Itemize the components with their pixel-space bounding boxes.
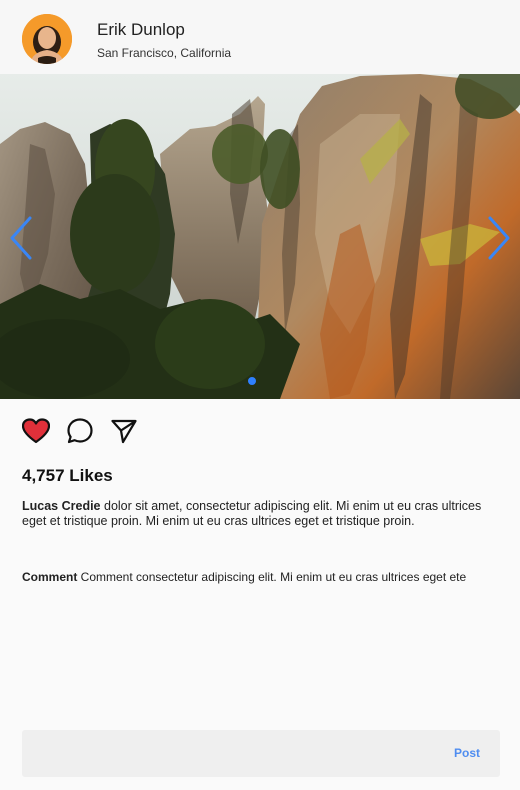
likes-count[interactable]: 4,757 Likes xyxy=(22,466,113,486)
rock-formation-image xyxy=(0,74,520,399)
post-photo[interactable] xyxy=(0,74,520,399)
carousel-indicator[interactable] xyxy=(248,377,256,385)
share-button[interactable] xyxy=(110,417,138,445)
chevron-right-icon xyxy=(488,216,510,260)
user-name[interactable]: Erik Dunlop xyxy=(97,20,185,40)
comment-button[interactable] xyxy=(66,417,94,445)
carousel-prev-button[interactable] xyxy=(6,214,36,262)
chevron-left-icon xyxy=(10,216,32,260)
comment-text: Comment consectetur adipiscing elit. Mi … xyxy=(77,570,467,584)
avatar[interactable] xyxy=(22,14,72,64)
comment-box: Post xyxy=(22,730,500,779)
carousel-next-button[interactable] xyxy=(484,214,514,262)
user-avatar-icon xyxy=(22,14,72,64)
post-caption: Lucas Credie dolor sit amet, consectetur… xyxy=(22,499,500,529)
comment-input[interactable] xyxy=(34,730,438,779)
like-button[interactable] xyxy=(22,417,50,445)
post-button[interactable]: Post xyxy=(454,746,480,760)
action-bar xyxy=(22,417,138,445)
comment-item: Comment Comment consectetur adipiscing e… xyxy=(22,570,512,585)
comment-username[interactable]: Comment xyxy=(22,570,77,584)
heart-icon xyxy=(22,418,50,444)
caption-username[interactable]: Lucas Credie xyxy=(22,499,101,513)
post-header: Erik Dunlop San Francisco, California xyxy=(0,0,520,74)
speech-bubble-icon xyxy=(67,418,93,444)
paper-plane-icon xyxy=(111,419,137,444)
user-location: San Francisco, California xyxy=(97,46,232,60)
